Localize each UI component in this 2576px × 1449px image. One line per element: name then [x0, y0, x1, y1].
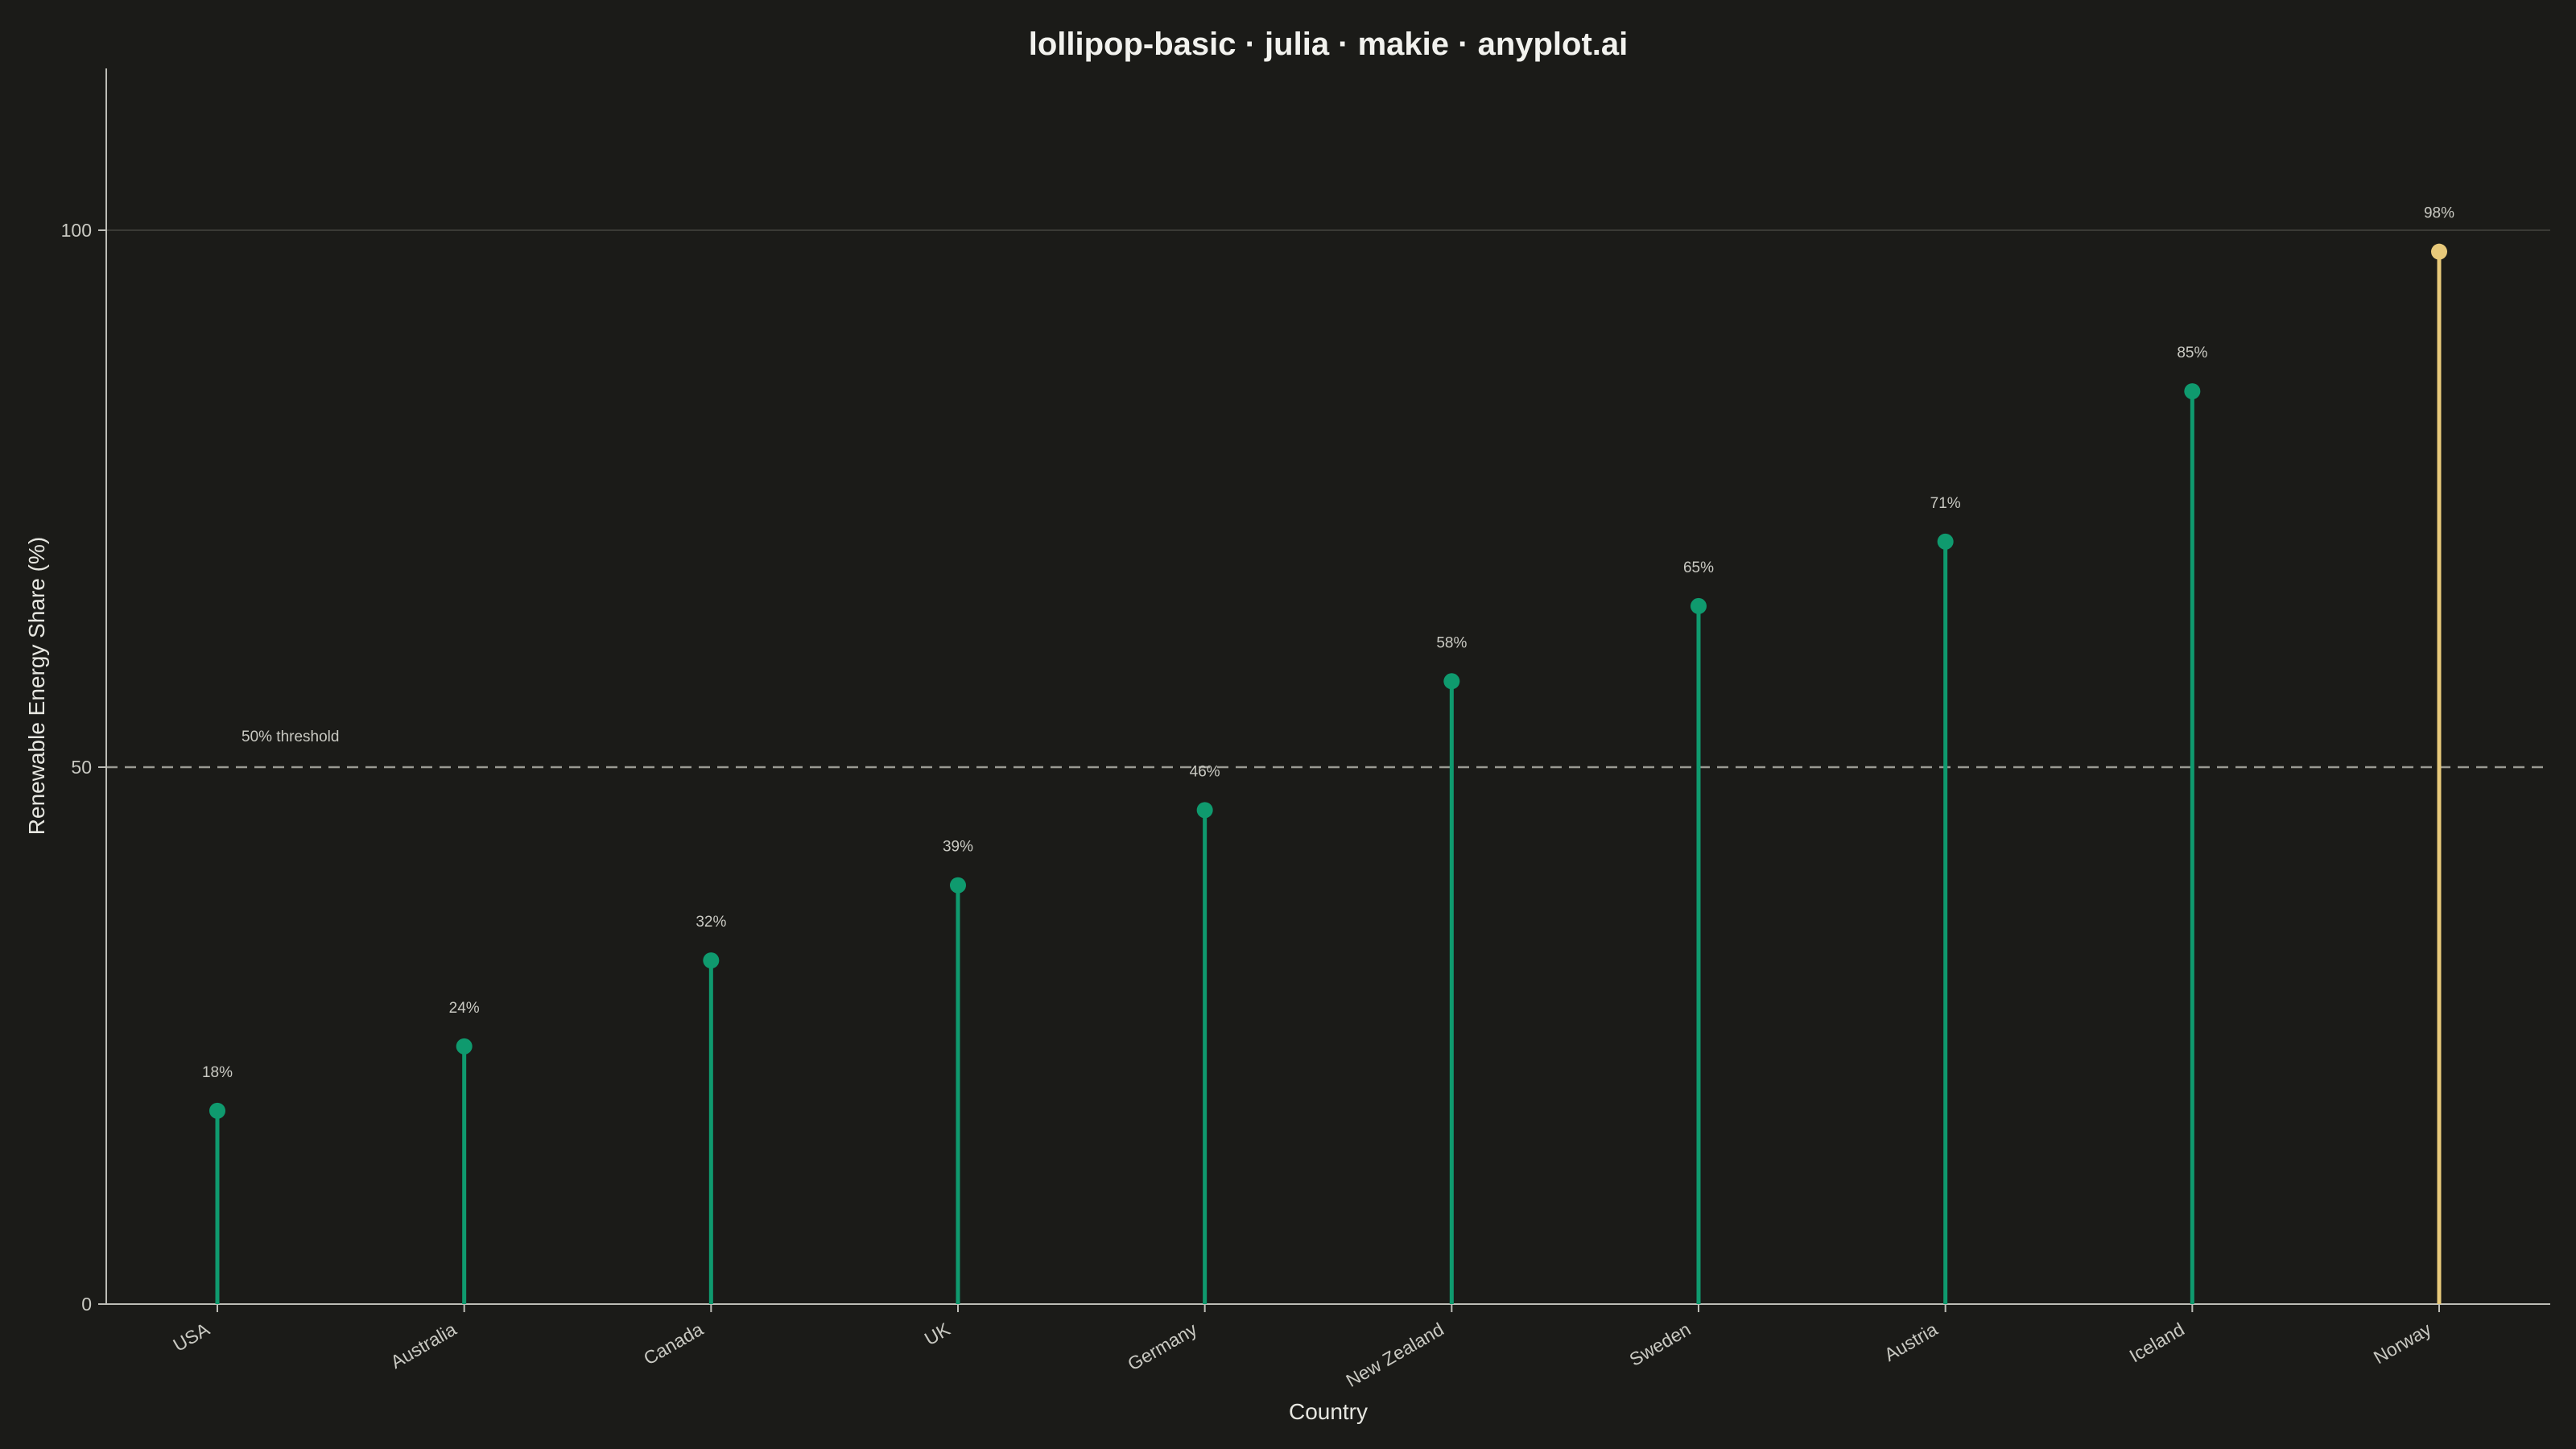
marker-germany: [1196, 802, 1213, 819]
x-tick-label-iceland: Iceland: [2126, 1319, 2188, 1367]
marks-layer: [209, 243, 2447, 1304]
chart-root: lollipop-basic · julia · makie · anyplot…: [0, 0, 2576, 1449]
marker-australia: [456, 1038, 473, 1055]
marker-iceland: [2184, 383, 2201, 400]
y-tick-label-0: 0: [81, 1294, 92, 1315]
value-label-sweden: 65%: [1683, 559, 1714, 576]
marker-norway: [2431, 243, 2447, 260]
value-label-iceland: 85%: [2177, 345, 2207, 361]
x-tick-label-norway: Norway: [2370, 1319, 2435, 1368]
x-tick-label-australia: Australia: [387, 1319, 460, 1373]
x-tick-label-austria: Austria: [1880, 1319, 1941, 1365]
axes-layer: 0 50 100 USA Australia Canada UK Germany New Zea…: [61, 68, 2550, 1391]
value-label-norway: 98%: [2424, 205, 2454, 222]
value-label-australia: 24%: [449, 1000, 480, 1017]
x-tick-label-germany: Germany: [1124, 1319, 1200, 1375]
x-tick-label-usa: USA: [170, 1318, 214, 1355]
y-axis-label: Renewable Energy Share (%): [24, 537, 49, 835]
value-label-canada: 32%: [696, 914, 726, 931]
lollipop-chart: lollipop-basic · julia · makie · anyplot…: [24, 27, 2550, 1424]
x-tick-label-canada: Canada: [640, 1319, 707, 1369]
marker-uk: [950, 877, 966, 894]
chart-title: lollipop-basic · julia · makie · anyplot…: [1029, 27, 1629, 62]
marker-sweden: [1690, 597, 1707, 614]
value-label-usa: 18%: [202, 1064, 233, 1081]
value-label-austria: 71%: [1930, 495, 1961, 512]
marker-new-zealand: [1443, 673, 1460, 690]
value-label-uk: 39%: [943, 839, 973, 856]
y-tick-label-50: 50: [71, 757, 92, 778]
labels-layer: 18% 24% 32% 39% 46% 58% 65% 71% 85% 98%: [202, 205, 2454, 1081]
threshold-label: 50% threshold: [242, 729, 339, 745]
marker-austria: [1937, 533, 1954, 550]
x-tick-label-uk: UK: [921, 1318, 954, 1349]
value-label-germany: 46%: [1190, 763, 1220, 780]
y-tick-label-100: 100: [61, 220, 92, 241]
value-label-new-zealand: 58%: [1436, 634, 1467, 651]
marker-usa: [209, 1102, 225, 1119]
reference-layer: 50% threshold: [106, 729, 2550, 769]
x-axis-label: Country: [1289, 1399, 1368, 1424]
x-tick-label-new-zealand: New Zealand: [1342, 1319, 1447, 1391]
x-tick-label-sweden: Sweden: [1626, 1319, 1695, 1370]
marker-canada: [703, 952, 720, 969]
